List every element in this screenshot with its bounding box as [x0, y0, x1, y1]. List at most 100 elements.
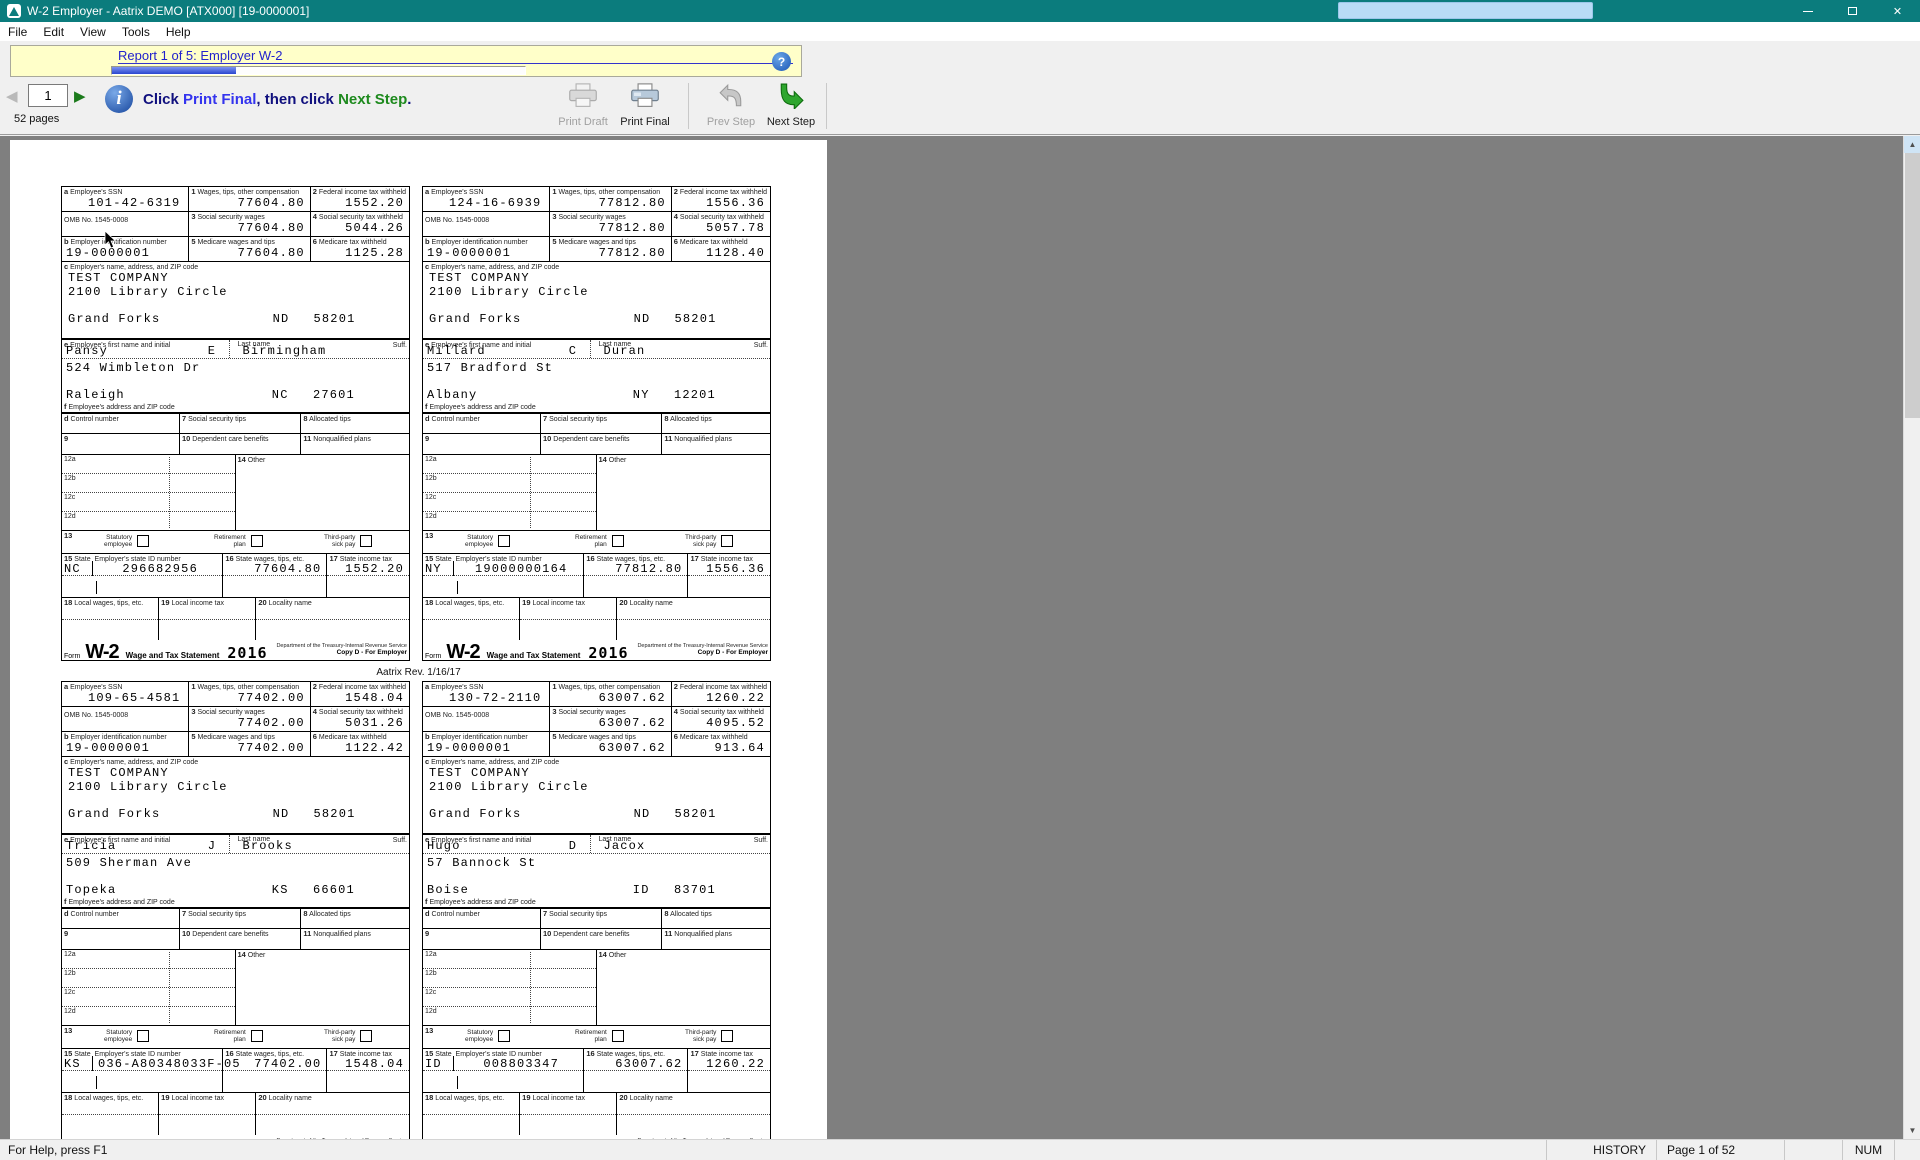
next-step-button[interactable]: Next Step [760, 81, 822, 131]
third-party-sick-pay-checkbox [721, 535, 734, 547]
vertical-scrollbar[interactable]: ▲ ▼ [1903, 136, 1920, 1139]
box17-value: 1260.22 [706, 1057, 765, 1071]
field-box4: 4 Social security tax withheld 4095.52 [671, 707, 770, 732]
employee-initial: J [207, 839, 217, 853]
box4-value: 5057.78 [706, 221, 765, 235]
retirement-plan-checkbox [250, 1030, 263, 1042]
instruction-text: Click Print Final, then click Next Step. [143, 91, 412, 108]
employer-city: Grand Forks [68, 312, 161, 326]
field-box15-state: 15 State Employer's state ID number NC 2… [62, 554, 224, 597]
status-empty-segment [1784, 1140, 1842, 1160]
field-box13: 13 Statutory employee Retirement plan Thir… [62, 1026, 409, 1049]
employer-zip: 58201 [313, 807, 356, 821]
field-employee-name: e Employee's first name and initial Last… [62, 835, 409, 854]
state-id-value: 296682956 [122, 562, 198, 576]
printer-final-icon [631, 83, 659, 107]
print-draft-button[interactable]: Print Draft [552, 81, 614, 131]
field-box16: 16 State wages, tips, etc. 63007.62 [584, 1049, 689, 1092]
employer-city: Grand Forks [68, 807, 161, 821]
state-id-value: 036-A80348033F-05 [98, 1057, 241, 1071]
box2-value: 1556.36 [706, 196, 765, 210]
field-box9: 9 [62, 434, 180, 455]
field-box3: 3 Social security wages 77402.00 [189, 707, 311, 732]
field-box14: 14 Other [598, 950, 627, 960]
retirement-plan-checkbox [250, 535, 263, 547]
field-box10: 10 Dependent care benefits [540, 929, 663, 950]
report-banner: Report 1 of 5: Employer W-2 ? [10, 45, 802, 77]
w2-footer: Form W-2 Wage and Tax Statement 2016 Dep… [64, 641, 407, 663]
field-box1: 1 Wages, tips, other compensation 63007.… [550, 682, 672, 707]
field-box16: 16 State wages, tips, etc. 77402.00 [223, 1049, 328, 1092]
employer-zip: 58201 [674, 312, 717, 326]
menu-help[interactable]: Help [158, 22, 199, 41]
state-code-value: ID [425, 1057, 442, 1071]
field-box16: 16 State wages, tips, etc. 77604.80 [223, 554, 328, 597]
box6-value: 1128.40 [706, 246, 765, 260]
field-employee-address: 517 Bradford St Albany NY 12201 f Employ… [423, 359, 770, 414]
w2-form: a Employee's SSN 109-65-4581 1 Wages, ti… [61, 681, 410, 1139]
box4-value: 5031.26 [345, 716, 404, 730]
box16-value: 77812.80 [615, 562, 683, 576]
field-control-number: d Control number [423, 909, 541, 929]
tax-year: 2016 [588, 644, 629, 662]
field-ein: b Employer identification number 19-0000… [62, 732, 190, 757]
w2-form: a Employee's SSN 124-16-6939 1 Wages, ti… [422, 186, 771, 663]
employer-street: 2100 Library Circle [68, 285, 228, 299]
field-employee-name: e Employee's first name and initial Last… [62, 340, 409, 359]
field-employee-name: e Employee's first name and initial Last… [423, 835, 770, 854]
field-omb: OMB No. 1545-0008 [62, 212, 190, 237]
scroll-down-button[interactable]: ▼ [1904, 1122, 1920, 1139]
field-box18: 18 Local wages, tips, etc. [62, 1093, 160, 1135]
box5-value: 63007.62 [598, 741, 666, 755]
help-icon[interactable]: ? [772, 52, 791, 71]
field-box11: 11 Nonqualified plans [301, 434, 409, 455]
scroll-up-button[interactable]: ▲ [1904, 136, 1920, 153]
employee-initial: C [568, 344, 578, 358]
menu-tools[interactable]: Tools [114, 22, 158, 41]
field-box11: 11 Nonqualified plans [662, 929, 770, 950]
statutory-employee-checkbox [137, 1030, 150, 1042]
ssn-value: 124-16-6939 [449, 196, 542, 210]
maximize-button[interactable] [1830, 0, 1875, 22]
minimize-button[interactable] [1785, 0, 1830, 22]
box1-value: 77604.80 [237, 196, 305, 210]
page-number-input[interactable] [28, 84, 68, 107]
scrollbar-thumb[interactable] [1905, 153, 1920, 418]
w2-logo: W-2 [446, 641, 480, 663]
field-box8: 8 Allocated tips [662, 414, 770, 434]
employer-name: TEST COMPANY [68, 271, 169, 285]
app-window: W-2 Employer - Aatrix DEMO [ATX000] [19-… [0, 0, 1920, 1160]
field-box7: 7 Social security tips [179, 909, 302, 929]
employee-zip: 66601 [312, 883, 355, 897]
prev-page-button[interactable]: ◀ [6, 87, 18, 105]
field-box17: 17 State income tax 1552.20 [327, 554, 409, 597]
field-box2: 2 Federal income tax withheld 1548.04 [310, 682, 409, 707]
field-box5: 5 Medicare wages and tips 77402.00 [189, 732, 311, 757]
field-box6: 6 Medicare tax withheld 913.64 [671, 732, 770, 757]
ein-value: 19-0000001 [427, 246, 512, 260]
next-step-icon [780, 83, 804, 109]
field-box4: 4 Social security tax withheld 5057.78 [671, 212, 770, 237]
field-employer-address: c Employer's name, address, and ZIP code… [423, 757, 770, 835]
employer-state: ND [272, 807, 290, 821]
field-box14: 14 Other [237, 455, 266, 465]
field-box6: 6 Medicare tax withheld 1128.40 [671, 237, 770, 262]
menu-file[interactable]: File [0, 22, 35, 41]
box4-value: 5044.26 [345, 221, 404, 235]
prev-step-button[interactable]: Prev Step [700, 81, 762, 131]
field-box5: 5 Medicare wages and tips 77812.80 [550, 237, 672, 262]
field-employee-ssn: a Employee's SSN 130-72-2110 [423, 682, 551, 707]
field-box15-state: 15 State Employer's state ID number NY 1… [423, 554, 585, 597]
menu-view[interactable]: View [72, 22, 114, 41]
field-box11: 11 Nonqualified plans [662, 434, 770, 455]
print-final-button[interactable]: Print Final [614, 81, 676, 131]
menu-edit[interactable]: Edit [35, 22, 72, 41]
close-button[interactable]: ✕ [1875, 0, 1920, 22]
employer-street: 2100 Library Circle [429, 285, 589, 299]
field-box16: 16 State wages, tips, etc. 77812.80 [584, 554, 689, 597]
employer-name: TEST COMPANY [429, 766, 530, 780]
box3-value: 77604.80 [237, 221, 305, 235]
field-omb: OMB No. 1545-0008 [423, 707, 551, 732]
next-page-button[interactable]: ▶ [74, 87, 86, 105]
employee-state: NY [632, 388, 650, 402]
